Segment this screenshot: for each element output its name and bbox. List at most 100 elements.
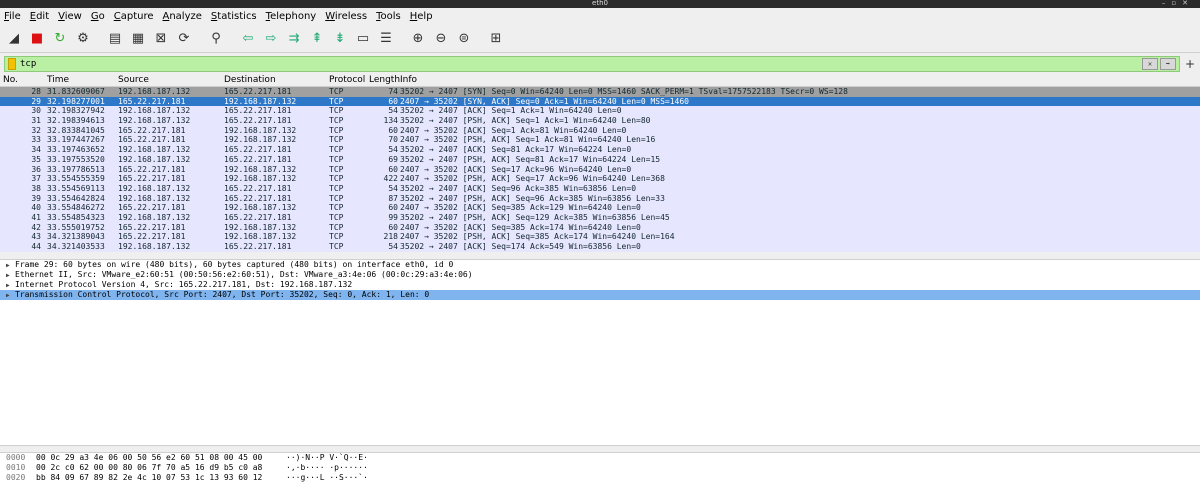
menu-telephony[interactable]: Telephony [266, 11, 317, 22]
normal-size-icon[interactable]: ⊜ [454, 29, 474, 49]
save-file-icon[interactable]: ▦ [128, 29, 148, 49]
window-title: eth0 [592, 0, 608, 7]
menu-wireless[interactable]: Wireless [325, 11, 367, 22]
packet-cell-no: 40 [31, 203, 41, 213]
go-forward-icon[interactable]: ⇨ [261, 29, 281, 49]
menu-analyze[interactable]: Analyze [163, 11, 202, 22]
packet-cell-no: 28 [31, 87, 41, 96]
packet-cell-no: 39 [31, 193, 41, 203]
stop-capture-icon[interactable]: ■ [27, 29, 47, 49]
menu-capture[interactable]: Capture [114, 11, 154, 22]
packet-row[interactable]: 31 32.198394613 192.168.187.132 165.22.217.… [0, 116, 1200, 126]
packet-cell-proto: TCP [329, 183, 344, 193]
window-controls[interactable]: –▫✕ [1162, 0, 1194, 7]
detail-tree-item[interactable]: ▶ Transmission Control Protocol, Src Port… [0, 290, 1200, 300]
packet-cell-info: 2407 → 35202 [ACK] Seq=17 Ack=96 Win=642… [400, 164, 632, 174]
menu-tools[interactable]: Tools [376, 11, 401, 22]
menu-edit[interactable]: Edit [30, 11, 49, 22]
hex-row[interactable]: 0010 00 2c c0 62 00 00 80 06 7f 70 a5 16 … [0, 463, 1200, 473]
menu-view[interactable]: View [58, 11, 82, 22]
autoscroll-icon[interactable]: ▭ [353, 29, 373, 49]
column-header-length[interactable]: Length [369, 75, 400, 85]
hex-offset: 0020 [6, 473, 26, 482]
packet-row[interactable]: 43 34.321389043 165.22.217.181 192.168.187.… [0, 232, 1200, 242]
packet-row[interactable]: 28 31.832609067 192.168.187.132 165.22.217.… [0, 87, 1200, 97]
open-file-icon[interactable]: ▤ [105, 29, 125, 49]
packet-cell-src: 192.168.187.132 [118, 183, 191, 193]
hex-row[interactable]: 0000 00 0c 29 a3 4e 06 00 50 56 e2 60 51 … [0, 453, 1200, 463]
last-packet-icon[interactable]: ⇟ [330, 29, 350, 49]
packet-cell-dst: 165.22.217.181 [224, 106, 292, 116]
packet-cell-info: 2407 → 35202 [PSH, ACK] Seq=17 Ack=96 Wi… [400, 174, 665, 184]
menu-file[interactable]: File [4, 11, 21, 22]
packet-cell-len: 54 [388, 183, 398, 193]
packet-row[interactable]: 42 33.555019752 165.22.217.181 192.168.187.… [0, 222, 1200, 233]
first-packet-icon[interactable]: ⇞ [307, 29, 327, 49]
resize-columns-icon[interactable]: ⊞ [486, 29, 506, 49]
packet-cell-proto: TCP [329, 154, 344, 164]
bookmark-icon[interactable] [8, 57, 16, 70]
zoom-out-icon[interactable]: ⊖ [431, 29, 451, 49]
hex-ascii: ··)·N··P V·`Q··E· [286, 453, 368, 462]
menu-go[interactable]: Go [91, 11, 105, 22]
packet-row[interactable]: 40 33.554846272 165.22.217.181 192.168.187.… [0, 203, 1200, 213]
packet-cell-len: 422 [383, 174, 398, 184]
packet-cell-time: 33.197786513 [47, 164, 105, 174]
reload-file-icon[interactable]: ⟳ [174, 29, 194, 49]
packet-row[interactable]: 33 33.197447267 165.22.217.181 192.168.187.… [0, 135, 1200, 146]
packet-row[interactable]: 35 33.197553520 192.168.187.132 165.22.217.… [0, 154, 1200, 165]
toolbar-separator [197, 29, 203, 49]
close-file-icon[interactable]: ⊠ [151, 29, 171, 49]
find-packet-icon[interactable]: ⚲ [206, 29, 226, 49]
display-filter-value[interactable]: tcp [20, 59, 36, 69]
add-filter-button-icon[interactable]: + [1184, 57, 1196, 71]
menu-statistics[interactable]: Statistics [211, 11, 257, 22]
packet-cell-len: 134 [383, 116, 398, 126]
packet-row[interactable]: 36 33.197786513 165.22.217.181 192.168.187.… [0, 164, 1200, 175]
capture-options-icon[interactable]: ⚙ [73, 29, 93, 49]
packet-cell-time: 32.198394613 [47, 116, 105, 126]
packet-row[interactable]: 32 32.833841045 165.22.217.181 192.168.187.… [0, 125, 1200, 136]
packet-cell-proto: TCP [329, 87, 344, 96]
detail-tree-item[interactable]: ▶ Internet Protocol Version 4, Src: 165.2… [0, 280, 1200, 290]
zoom-in-icon[interactable]: ⊕ [408, 29, 428, 49]
go-back-icon[interactable]: ⇦ [238, 29, 258, 49]
apply-filter-icon[interactable]: ➡ [1160, 57, 1176, 70]
packet-cell-proto: TCP [329, 212, 344, 222]
packet-cell-dst: 192.168.187.132 [224, 232, 297, 242]
detail-tree-item[interactable]: ▶ Ethernet II, Src: VMware_e2:60:51 (00:5… [0, 270, 1200, 280]
packet-row[interactable]: 39 33.554642824 192.168.187.132 165.22.217.… [0, 193, 1200, 204]
packet-row[interactable]: 37 33.554555359 165.22.217.181 192.168.187.… [0, 174, 1200, 184]
packet-row[interactable]: 29 32.198277001 165.22.217.181 192.168.187.… [0, 96, 1200, 107]
display-filter-input[interactable]: tcp ✕ ➡ [4, 55, 1180, 72]
column-header-time[interactable]: Time [47, 75, 69, 85]
packet-row[interactable]: 38 33.554569113 192.168.187.132 165.22.217.… [0, 183, 1200, 194]
packet-row[interactable]: 34 33.197463652 192.168.187.132 165.22.217.… [0, 145, 1200, 155]
go-to-packet-icon[interactable]: ⇉ [284, 29, 304, 49]
packet-cell-no: 31 [31, 116, 41, 126]
hex-row[interactable]: 0020 bb 84 09 67 89 82 2e 4c 10 07 53 1c … [0, 473, 1200, 483]
expand-arrow-icon[interactable]: ▶ [6, 291, 15, 301]
packet-row[interactable]: 30 32.198327942 192.168.187.132 165.22.217.… [0, 106, 1200, 117]
shark-fin-icon[interactable]: ◢ [4, 29, 24, 49]
column-header-destination[interactable]: Destination [224, 75, 276, 85]
detail-tree-item[interactable]: ▶ Frame 29: 60 bytes on wire (480 bits), … [0, 260, 1200, 270]
pane-splitter[interactable] [0, 445, 1200, 453]
packet-cell-len: 54 [388, 242, 398, 251]
menu-help[interactable]: Help [410, 11, 433, 22]
column-header-protocol[interactable]: Protocol [329, 75, 365, 85]
packet-cell-no: 41 [31, 212, 41, 222]
packet-cell-src: 192.168.187.132 [118, 212, 191, 222]
restart-capture-icon[interactable]: ↻ [50, 29, 70, 49]
packet-row[interactable]: 44 34.321403533 192.168.187.132 165.22.217.… [0, 242, 1200, 252]
column-header-source[interactable]: Source [118, 75, 149, 85]
packet-cell-len: 69 [388, 154, 398, 164]
column-header-info[interactable]: Info [400, 75, 417, 85]
hex-ascii: ·,·b···· ·p······ [286, 463, 368, 472]
colorize-icon[interactable]: ☰ [376, 29, 396, 49]
clear-filter-icon[interactable]: ✕ [1142, 57, 1158, 70]
packet-cell-src: 192.168.187.132 [118, 87, 191, 96]
column-header-no[interactable]: No. [3, 75, 18, 85]
packet-cell-no: 32 [31, 125, 41, 135]
packet-row[interactable]: 41 33.554854323 192.168.187.132 165.22.217.… [0, 212, 1200, 223]
